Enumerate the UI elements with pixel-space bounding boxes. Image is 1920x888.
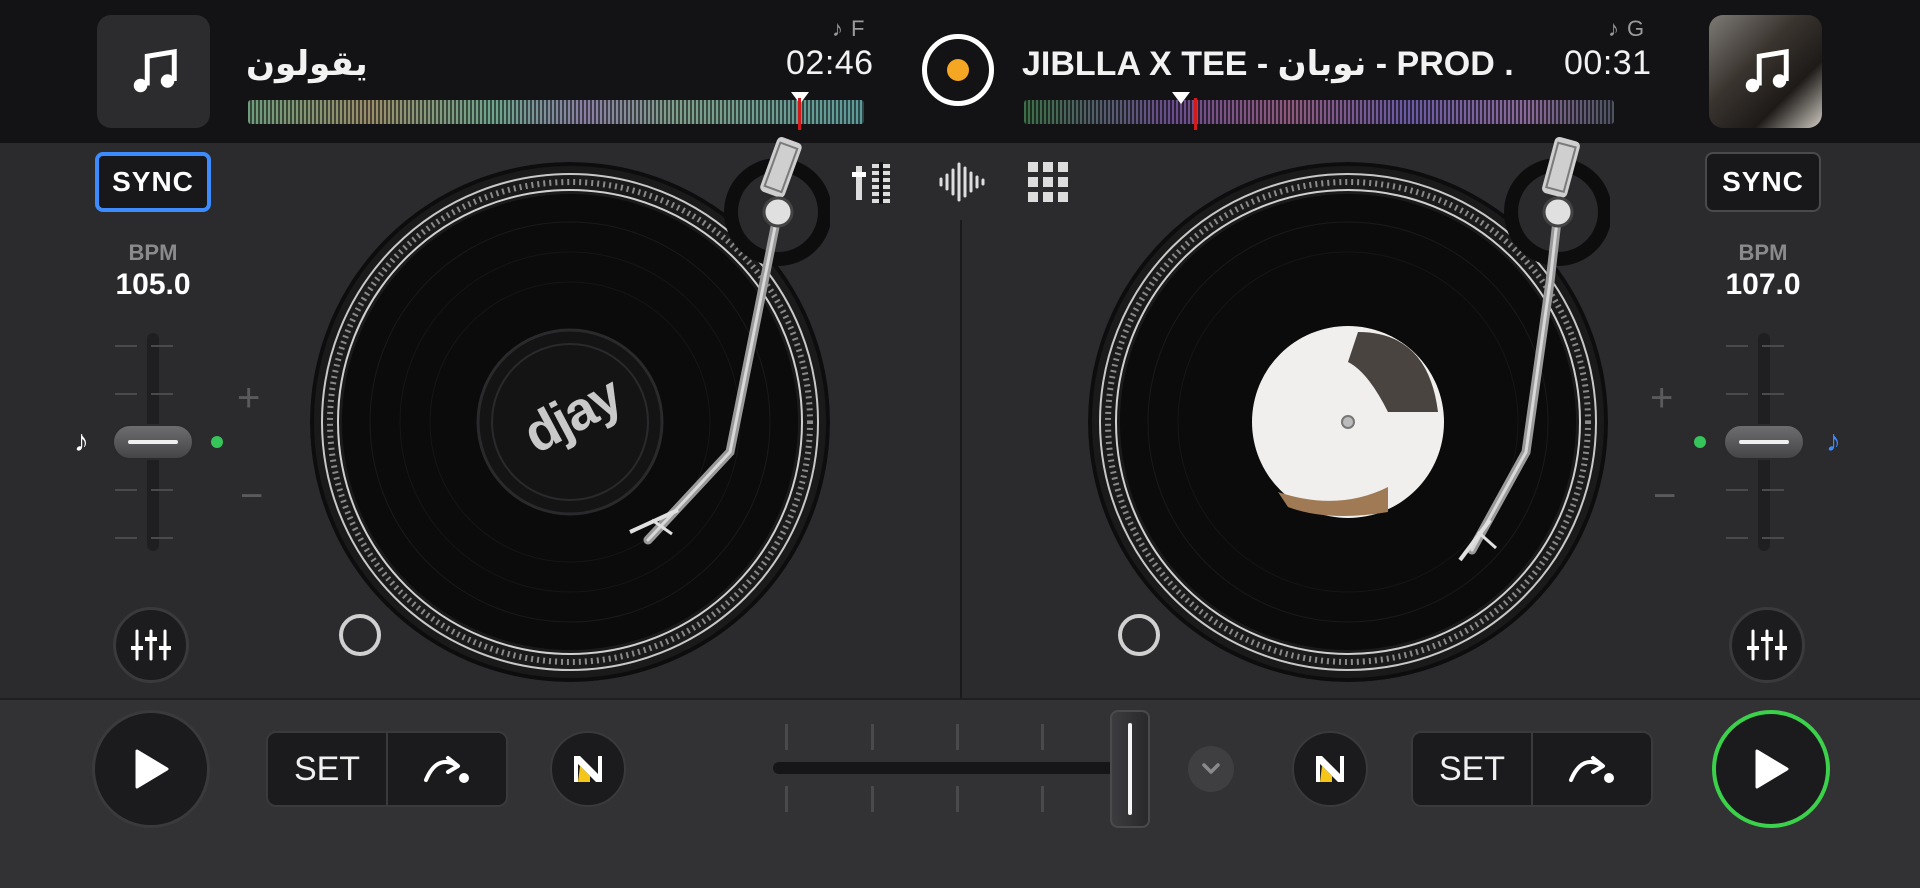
deck-a-start-stop-knob[interactable]: [339, 614, 381, 656]
deck-a-playhead: [798, 98, 801, 130]
deck-b-key-lock-icon[interactable]: ♪: [1826, 425, 1841, 459]
cue-jump-icon: [424, 756, 469, 783]
deck-a-pitch-slider[interactable]: [112, 424, 194, 460]
mixer-icon[interactable]: [852, 160, 900, 204]
deck-a-pitch-plus[interactable]: +: [237, 376, 260, 421]
deck-b-pitch-plus[interactable]: +: [1650, 376, 1673, 421]
pads-grid-icon[interactable]: [1026, 160, 1070, 204]
deck-a-time: 02:46: [786, 44, 874, 82]
crossfader-tick: [1041, 786, 1044, 812]
deck-b-set-cue-button[interactable]: SET: [1413, 733, 1533, 805]
deck-a-sync-button[interactable]: SYNC: [95, 152, 211, 212]
deck-a-cue-jump-button[interactable]: [388, 733, 506, 805]
cue-jump-icon: [1569, 756, 1614, 783]
deck-a-tonearm[interactable]: [580, 132, 830, 552]
deck-b-pitch-minus[interactable]: −: [1653, 474, 1676, 519]
deck-divider: [960, 220, 962, 698]
deck-b-title[interactable]: JIBLLA X TEE - نوبان - PROD ...: [1022, 44, 1512, 84]
deck-b-eq-button[interactable]: [1729, 607, 1805, 683]
crossfader-tick: [785, 786, 788, 812]
crossfader-tick: [785, 724, 788, 750]
play-icon: [1755, 749, 1789, 789]
top-bar: يقولون ♪ F 02:46 JIBLLA X TEE - نوبان - P…: [0, 0, 1920, 143]
deck-a-bpm-value: 105.0: [115, 268, 191, 301]
deck-b-cue-group: SET: [1411, 731, 1653, 807]
deck-b-tonearm[interactable]: [1360, 132, 1610, 572]
deck-a-set-cue-button[interactable]: SET: [268, 733, 388, 805]
deck-b-waveform[interactable]: [1024, 100, 1614, 124]
deck-a-bpm-label: BPM: [128, 240, 178, 265]
deck-a-pitch-center-indicator: [211, 436, 223, 448]
chevron-down-icon: [1202, 763, 1220, 774]
neural-mix-icon: [574, 756, 602, 782]
crossfader-tick: [871, 786, 874, 812]
deck-b-cue-jump-button[interactable]: [1533, 733, 1651, 805]
deck-a-cue-group: SET: [266, 731, 508, 807]
eq-sliders-icon: [131, 629, 171, 661]
deck-a-key-lock-icon[interactable]: ♪: [74, 425, 89, 459]
deck-b-neural-mix-button[interactable]: [1292, 731, 1368, 807]
deck-b-bpm-value: 107.0: [1725, 268, 1801, 301]
deck-b-playhead-marker: [1172, 92, 1190, 104]
neural-mix-icon: [1316, 756, 1344, 782]
deck-b-pitch-slider[interactable]: [1723, 424, 1805, 460]
deck-b-play-button[interactable]: [1712, 710, 1830, 828]
record-icon: [947, 59, 969, 81]
deck-a-neural-mix-button[interactable]: [550, 731, 626, 807]
crossfader-tick: [871, 724, 874, 750]
deck-a-pitch-minus[interactable]: −: [240, 474, 263, 519]
deck-a-waveform[interactable]: [248, 100, 864, 124]
deck-b-time: 00:31: [1564, 44, 1652, 82]
music-note-icon: [1745, 48, 1789, 92]
deck-b-start-stop-knob[interactable]: [1118, 614, 1160, 656]
crossfader-track[interactable]: [773, 762, 1129, 774]
deck-a-eq-button[interactable]: [113, 607, 189, 683]
deck-b-artwork[interactable]: [1709, 15, 1822, 128]
deck-a-play-button[interactable]: [92, 710, 210, 828]
deck-a-key: ♪ F: [832, 16, 865, 41]
deck-b-sync-button[interactable]: SYNC: [1705, 152, 1821, 212]
deck-a-title[interactable]: يقولون: [246, 44, 368, 84]
deck-b-pitch-center-indicator: [1694, 436, 1706, 448]
play-icon: [135, 749, 169, 789]
eq-sliders-icon: [1747, 629, 1787, 661]
deck-a-artwork[interactable]: [97, 15, 210, 128]
crossfader-options-button[interactable]: [1188, 746, 1234, 792]
deck-b-bpm-label: BPM: [1738, 240, 1788, 265]
deck-b-playhead: [1194, 98, 1197, 130]
record-button[interactable]: [922, 34, 994, 106]
crossfader-tick: [956, 786, 959, 812]
music-note-icon: [133, 48, 177, 92]
crossfader-tick: [1041, 724, 1044, 750]
deck-b-key: ♪ G: [1608, 16, 1645, 41]
waveform-icon[interactable]: [938, 160, 988, 204]
crossfader-handle[interactable]: [1110, 710, 1150, 828]
crossfader-tick: [956, 724, 959, 750]
